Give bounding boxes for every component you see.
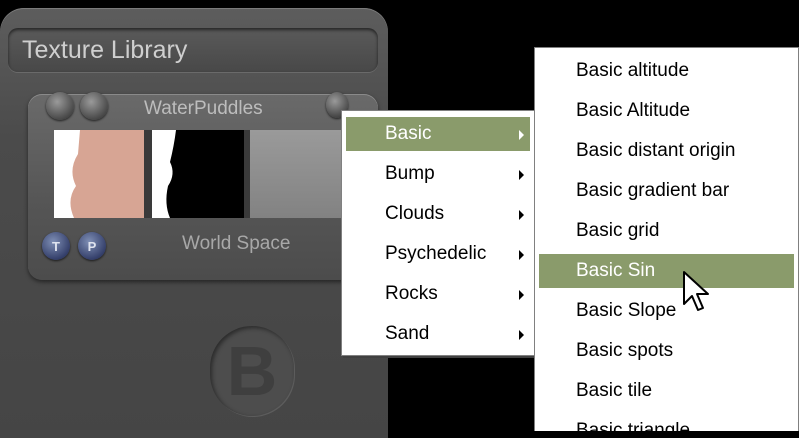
submenu-item-basic-tile[interactable]: Basic tile bbox=[539, 374, 794, 408]
texture-category-menu: Basic Bump Clouds Psychedelic Rocks Sand bbox=[341, 110, 535, 356]
texture-swatches bbox=[54, 130, 384, 218]
menu-item-rocks[interactable]: Rocks bbox=[346, 277, 530, 311]
swatch-pink[interactable] bbox=[54, 130, 144, 218]
menu-item-sand[interactable]: Sand bbox=[346, 317, 530, 351]
menu-item-label: Clouds bbox=[385, 203, 445, 224]
submenu-item-basic-spots[interactable]: Basic spots bbox=[539, 334, 794, 368]
material-name: WaterPuddles bbox=[144, 98, 263, 119]
submenu-item-label: Basic altitude bbox=[576, 60, 690, 81]
menu-item-label: Psychedelic bbox=[385, 243, 487, 264]
menu-item-psychedelic[interactable]: Psychedelic bbox=[346, 237, 530, 271]
submenu-arrow-icon bbox=[519, 170, 524, 180]
p-button[interactable]: P bbox=[78, 232, 106, 260]
toggle-knob-1[interactable] bbox=[46, 92, 74, 120]
menu-item-label: Basic bbox=[385, 123, 432, 144]
material-space: World Space bbox=[182, 233, 291, 254]
panel-title: Texture Library bbox=[22, 36, 188, 64]
submenu-arrow-icon bbox=[519, 210, 524, 220]
submenu-item-basic-triangle[interactable]: Basic triangle bbox=[539, 414, 794, 431]
submenu-item-basic-altitude[interactable]: Basic altitude bbox=[539, 54, 794, 88]
submenu-arrow-icon bbox=[519, 130, 524, 140]
swatch-grey[interactable] bbox=[250, 130, 350, 218]
submenu-item-basic-sin[interactable]: Basic Sin bbox=[539, 254, 794, 288]
menu-item-label: Sand bbox=[385, 323, 430, 344]
submenu-item-label: Basic tile bbox=[576, 380, 653, 401]
menu-item-label: Bump bbox=[385, 163, 435, 184]
submenu-item-label: Basic Altitude bbox=[576, 100, 691, 121]
menu-item-label: Rocks bbox=[385, 283, 438, 304]
submenu-arrow-icon bbox=[519, 330, 524, 340]
submenu-item-label: Basic Slope bbox=[576, 300, 677, 321]
submenu-item-label: Basic distant origin bbox=[576, 140, 736, 161]
submenu-item-basic-grid[interactable]: Basic grid bbox=[539, 214, 794, 248]
submenu-item-basic-altitude-2[interactable]: Basic Altitude bbox=[539, 94, 794, 128]
basic-texture-submenu: Basic altitude Basic Altitude Basic dist… bbox=[534, 47, 799, 431]
submenu-item-label: Basic grid bbox=[576, 220, 660, 241]
submenu-arrow-icon bbox=[519, 250, 524, 260]
submenu-arrow-icon bbox=[519, 290, 524, 300]
submenu-item-basic-gradient-bar[interactable]: Basic gradient bar bbox=[539, 174, 794, 208]
mouse-pointer-icon bbox=[683, 271, 709, 311]
submenu-item-label: Basic triangle bbox=[576, 420, 691, 431]
submenu-item-label: Basic gradient bar bbox=[576, 180, 730, 201]
menu-item-bump[interactable]: Bump bbox=[346, 157, 530, 191]
panel-title-bar: Texture Library bbox=[8, 28, 378, 72]
menu-item-basic[interactable]: Basic bbox=[346, 117, 530, 151]
swatch-black[interactable] bbox=[152, 130, 244, 218]
t-button[interactable]: T bbox=[42, 232, 70, 260]
texture-library-panel: Texture Library bbox=[0, 8, 388, 438]
panel-logo: B bbox=[210, 326, 294, 416]
submenu-item-label: Basic Sin bbox=[576, 260, 656, 281]
submenu-item-label: Basic spots bbox=[576, 340, 674, 361]
menu-item-clouds[interactable]: Clouds bbox=[346, 197, 530, 231]
submenu-item-basic-slope[interactable]: Basic Slope bbox=[539, 294, 794, 328]
submenu-item-basic-distant-origin[interactable]: Basic distant origin bbox=[539, 134, 794, 168]
toggle-knob-2[interactable] bbox=[80, 92, 108, 120]
